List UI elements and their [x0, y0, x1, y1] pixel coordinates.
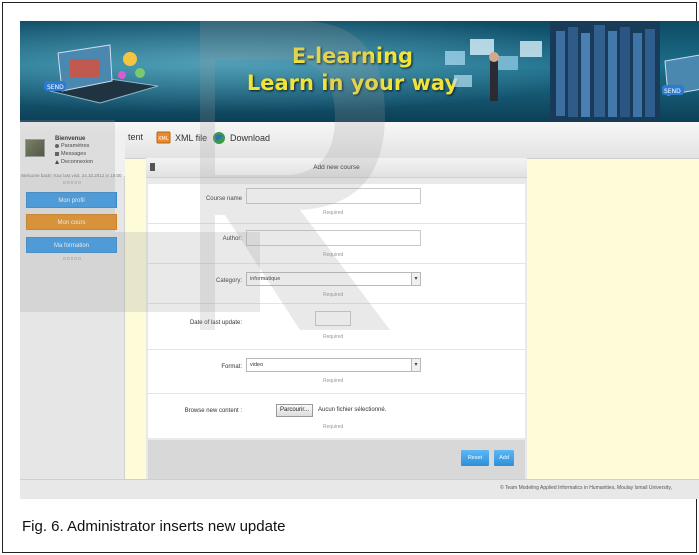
divider: ooooo: [63, 180, 82, 186]
required-hint: Required: [323, 334, 344, 340]
download-label: Download: [230, 133, 271, 143]
author-input[interactable]: [246, 230, 421, 246]
required-hint: Required: [323, 252, 344, 258]
file-status-text: Aucun fichier sélectionné.: [318, 407, 387, 413]
content-label: Browse new content :: [184, 408, 242, 414]
my-course-button[interactable]: Mon cours: [26, 214, 117, 230]
xml-file-label: XML file: [175, 132, 208, 143]
format-value: video: [250, 362, 264, 368]
last-visit-text: Welcome back! Your last visit: 24.10.201…: [21, 173, 122, 178]
application-screenshot: SEND E-learning Learn in your way SEND t…: [20, 21, 699, 499]
left-sidebar: Bienvenue Paramètres Messages Deconnexio…: [20, 134, 125, 479]
required-hint: Required: [323, 378, 344, 384]
laptop-illustration-right-icon: SEND: [662, 54, 699, 96]
download-button[interactable]: Download: [212, 131, 270, 145]
course-name-row: Course name Required: [148, 184, 525, 224]
category-value: informatique: [250, 276, 281, 282]
toolbar-content-item[interactable]: tent: [128, 132, 143, 142]
messages-link-label: Messages: [61, 151, 87, 157]
course-name-input[interactable]: [246, 188, 421, 204]
settings-link[interactable]: Paramètres: [55, 143, 89, 149]
form-body: Course name Required Author: Required Ca…: [148, 184, 525, 438]
logout-icon: [55, 160, 59, 164]
chevron-down-icon: ▾: [411, 273, 420, 285]
add-course-panel: Add new course Course name Required Auth…: [146, 158, 527, 498]
banner-title: E-learning Learn in your way: [245, 43, 460, 97]
welcome-text: Bienvenue: [55, 136, 86, 142]
category-select[interactable]: informatique ▾: [246, 272, 421, 286]
xml-file-button[interactable]: XML XML file: [156, 131, 207, 144]
send-badge-text-right: SEND: [664, 88, 681, 95]
gear-icon: [55, 144, 59, 148]
xml-file-icon: XML: [156, 131, 171, 144]
floating-screens-icon: [445, 39, 542, 101]
bookshelf-icon: [550, 21, 660, 122]
training-button[interactable]: Ma formation: [26, 237, 117, 253]
browse-file-button[interactable]: Parcourir...: [276, 404, 314, 417]
settings-link-label: Paramètres: [61, 143, 90, 149]
messages-link[interactable]: Messages: [55, 151, 86, 157]
category-row: Category: informatique ▾ Required: [148, 264, 525, 304]
chevron-down-icon: ▾: [411, 359, 420, 371]
message-icon: [55, 152, 59, 156]
form-title: Add new course: [313, 164, 360, 171]
reset-button[interactable]: Reset: [461, 450, 489, 466]
copyright-text: © Team Modeling Applied Informatics in H…: [500, 485, 672, 491]
send-badge-text: SEND: [47, 84, 64, 91]
header-banner: SEND E-learning Learn in your way SEND: [20, 21, 699, 122]
figure-caption: Fig. 6. Administrator inserts new update: [22, 518, 286, 535]
format-select[interactable]: video ▾: [246, 358, 421, 372]
divider-bottom: ooooo: [63, 256, 82, 262]
globe-download-icon: [213, 132, 225, 144]
required-hint: Required: [323, 292, 344, 298]
date-label: Date of last update:: [189, 320, 242, 326]
profile-button[interactable]: Mon profil: [26, 192, 117, 208]
avatar: [25, 139, 45, 157]
content-row: Browse new content : Parcourir... Aucun …: [148, 394, 525, 438]
author-row: Author: Required: [148, 224, 525, 264]
course-name-label: Course name: [205, 196, 242, 202]
banner-title-line2: Learn in your way: [246, 71, 459, 95]
category-label: Category:: [215, 278, 242, 284]
user-box: Bienvenue Paramètres Messages Deconnexio…: [20, 134, 125, 178]
toolbar-content-label: tent: [128, 132, 144, 142]
laptop-illustration-icon: SEND: [44, 44, 159, 104]
date-input[interactable]: [315, 311, 351, 326]
form-header: Add new course: [146, 158, 527, 178]
logout-link[interactable]: Deconnexion: [55, 159, 93, 165]
author-label: Author:: [222, 236, 242, 242]
add-button[interactable]: Add: [494, 450, 514, 466]
required-hint: Required: [323, 210, 344, 216]
format-row: Format: video ▾ Required: [148, 350, 525, 394]
banner-title-line1: E-learning: [291, 44, 414, 68]
svg-text:XML: XML: [158, 136, 169, 142]
page-footer: © Team Modeling Applied Informatics in H…: [20, 479, 699, 499]
format-label: Format:: [221, 364, 242, 370]
logout-link-label: Deconnexion: [61, 159, 94, 165]
date-row: Date of last update: Required: [148, 304, 525, 350]
required-hint: Required: [323, 424, 344, 430]
